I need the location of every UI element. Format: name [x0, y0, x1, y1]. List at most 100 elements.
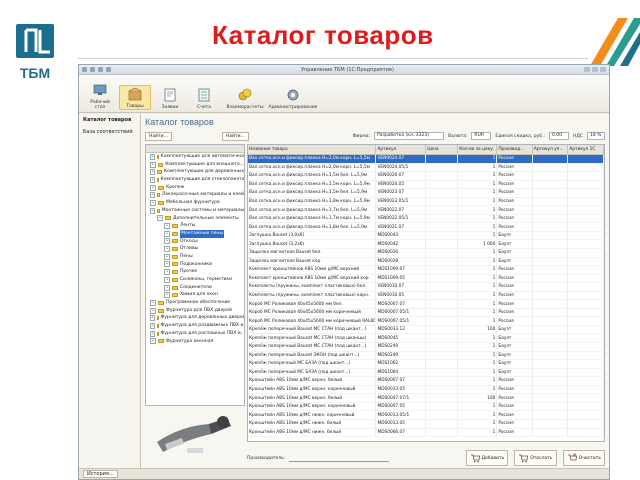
- expand-icon[interactable]: +: [150, 153, 155, 160]
- back-icon[interactable]: [90, 67, 95, 72]
- tree-item[interactable]: + Ленты: [146, 222, 244, 230]
- left-item-catalog[interactable]: Каталог товаров: [79, 114, 140, 126]
- expand-icon[interactable]: +: [164, 238, 170, 245]
- tree-item[interactable]: + Дополнительные элементы: [146, 215, 244, 223]
- column-header[interactable]: Цена: [425, 145, 459, 155]
- table-row[interactable]: Кронштейн ABS 10мм д/МС верхн. белый MDS0…: [248, 376, 604, 386]
- expand-icon[interactable]: +: [164, 292, 170, 299]
- tree-item[interactable]: + Фурнитура для ПВХ дверей: [146, 307, 244, 315]
- table-row[interactable]: Крепёж поперечный МС БАЗА (под шкант...)…: [248, 368, 604, 378]
- table-row[interactable]: Кронштейн ABS 10мм д/МС верхн. коричневы…: [248, 402, 604, 412]
- table-row[interactable]: Кронштейн ABS 10мм д/МС верхн. коричневы…: [248, 385, 604, 395]
- toolbar-button-5[interactable]: Администрирование: [269, 87, 317, 110]
- table-row[interactable]: Вал.сетка,осн.и фиксир.планка Н=1,7м кор…: [248, 214, 604, 224]
- tree-item[interactable]: + Фурнитура для раздвижных ПВХ и...: [146, 322, 244, 330]
- send-button[interactable]: Отослать: [514, 450, 557, 466]
- table-row[interactable]: Вал.сетка,осн.и фиксир.планка Н=1,5м кор…: [248, 180, 604, 190]
- tree-item[interactable]: + Комплектующие для деревянных: [146, 168, 244, 176]
- minimize-button[interactable]: [584, 67, 590, 72]
- expand-icon[interactable]: +: [150, 338, 156, 345]
- table-row[interactable]: Крепёж поперечный Bauset МС СТАН (под шк…: [248, 342, 604, 352]
- table-row[interactable]: Заглушка Bauset (3,0x6) MDS0043 1 Бауэт: [248, 231, 604, 241]
- expand-icon[interactable]: +: [150, 322, 155, 329]
- table-row[interactable]: Заглушка Bauset (3,2x6) MDS0042 1 000 Бауэт: [248, 239, 604, 249]
- tree-item[interactable]: + Отливы: [146, 245, 244, 253]
- tree-item[interactable]: + Пены: [146, 253, 244, 261]
- app-menu-icon[interactable]: [82, 67, 87, 72]
- column-header[interactable]: Производ...: [496, 145, 533, 155]
- tree-item[interactable]: + Монтажные системы и материалы: [146, 207, 244, 215]
- table-row[interactable]: Вал.сетка,осн.и фиксир.планка Н=1,5м бел…: [248, 171, 604, 181]
- table-row[interactable]: Короб МС Роликовая 40х45х5600 мм коричне…: [248, 308, 604, 318]
- grid-find-button[interactable]: Найти...: [221, 131, 249, 141]
- table-row[interactable]: Крепёж поперечный Bauset МС СТАН (под шк…: [248, 333, 604, 344]
- table-row[interactable]: Вал.сетка,осн.и фиксир.планка Н=1,7м бел…: [248, 205, 604, 215]
- tree-item[interactable]: + Химия для окон: [146, 291, 244, 299]
- table-row[interactable]: Кронштейн ABS 10мм д/МС верхн. белый MDS0…: [248, 393, 604, 403]
- toolbar-button-1[interactable]: Товары: [119, 85, 151, 110]
- tree-item[interactable]: + Фурнитура для деревянных дверей: [146, 314, 244, 322]
- table-row[interactable]: Короб МС Роликовая 40х45х5600 мм бел. MDS…: [248, 299, 604, 309]
- toolbar-button-0[interactable]: Рабочий стол: [85, 82, 115, 110]
- expand-icon[interactable]: +: [150, 169, 155, 176]
- expand-icon[interactable]: +: [150, 199, 156, 206]
- tree-item[interactable]: + Подоконники: [146, 261, 244, 269]
- expand-icon[interactable]: +: [164, 230, 170, 237]
- tree-item[interactable]: + Программное обеспечение: [146, 299, 244, 307]
- table-row[interactable]: Защелка магнитная Bauset бел. MDS0026 1 Бау…: [248, 248, 604, 258]
- tree-item[interactable]: + Силиконы, герметики: [146, 276, 244, 284]
- tree-item[interactable]: + Фурнитура оконная: [146, 338, 244, 346]
- tree-item[interactable]: + Соединители: [146, 284, 244, 292]
- table-row[interactable]: Кронштейн ABS 10мм д/МС нижн. белый MDS00…: [248, 419, 604, 429]
- expand-icon[interactable]: +: [150, 315, 155, 322]
- table-row[interactable]: Вал.сетка,осн.и фиксир.планка Н=1,5м бел…: [248, 188, 604, 198]
- tree-find-button[interactable]: Найти...: [145, 131, 172, 141]
- expand-icon[interactable]: +: [164, 223, 170, 230]
- expand-icon[interactable]: +: [150, 176, 155, 183]
- manufacturer-field[interactable]: [289, 455, 390, 462]
- table-row[interactable]: Крепёж поперечный Bauset МС СТАН (под шк…: [248, 325, 604, 335]
- column-header[interactable]: Артикул уп...: [532, 145, 569, 155]
- table-row[interactable]: Защелка магнитная Bauset кор. MDS0028 1 Бау…: [248, 257, 604, 267]
- close-button[interactable]: [600, 67, 606, 72]
- table-row[interactable]: Комплекты (пружины, комплект пластиковых…: [248, 291, 604, 301]
- left-item-mapping[interactable]: База соответствий: [79, 126, 140, 138]
- tree-item[interactable]: + Комплектующие для стеклопакетов: [146, 176, 244, 184]
- expand-icon[interactable]: +: [150, 307, 156, 314]
- table-row[interactable]: Кронштейн ABS 10мм д/МС нижн. коричневый…: [248, 410, 604, 420]
- expand-icon[interactable]: +: [164, 261, 170, 268]
- table-row[interactable]: Вал.сетка,осн.и фиксир.планка Н=2,0м кор…: [248, 163, 604, 173]
- tree-item[interactable]: + Комплектующие для внешнего...: [146, 161, 244, 169]
- expand-icon[interactable]: +: [150, 161, 156, 168]
- toolbar-button-4[interactable]: Взаиморасчеты: [223, 87, 267, 110]
- expand-icon[interactable]: +: [164, 253, 170, 260]
- maximize-button[interactable]: [592, 67, 598, 72]
- discount-field[interactable]: 0.00: [548, 132, 569, 140]
- table-row[interactable]: Комплект кронштейнов ABS 10мм д/МС верхн…: [248, 274, 604, 284]
- currency-field[interactable]: RUR: [471, 132, 492, 140]
- tree-item[interactable]: + Прочее: [146, 268, 244, 276]
- table-row[interactable]: Вал.сетка,осн.и фиксир.планка Н=1,8м кор…: [248, 197, 604, 207]
- tree-item[interactable]: + Мебельная фурнитура: [146, 199, 244, 207]
- expand-icon[interactable]: +: [150, 299, 156, 306]
- tree-item[interactable]: + Крепеж: [146, 184, 244, 192]
- expand-icon[interactable]: +: [150, 184, 156, 191]
- tree-item[interactable]: + Комплектующие для автоматических: [146, 153, 244, 161]
- tree-item[interactable]: + Лакокрасочные материалы и клей: [146, 191, 244, 199]
- tree-item[interactable]: + Фурнитура для распашных ПВХ и...: [146, 330, 244, 338]
- table-row[interactable]: Крепёж поперечный МС БАЗА (под шкант...)…: [248, 359, 604, 369]
- expand-icon[interactable]: +: [150, 330, 155, 337]
- history-button[interactable]: История...: [83, 470, 118, 478]
- toolbar-button-3[interactable]: Счета: [189, 87, 219, 110]
- column-header[interactable]: Название товара: [248, 145, 377, 155]
- expand-icon[interactable]: +: [164, 284, 170, 291]
- expand-icon[interactable]: +: [164, 269, 170, 276]
- table-row[interactable]: Комплекты (пружины, комплект пластиковых…: [248, 282, 604, 292]
- table-row[interactable]: Вал.сетка,осн.и фиксир.планка Н=2,0м кор…: [248, 154, 604, 164]
- expand-icon[interactable]: +: [150, 207, 155, 214]
- expand-icon[interactable]: +: [150, 192, 155, 199]
- column-header[interactable]: Кол-во за цену: [457, 145, 498, 155]
- clear-button[interactable]: Очистить: [562, 450, 605, 466]
- column-header[interactable]: Артикул: [375, 145, 427, 155]
- vat-field[interactable]: 18 %: [587, 132, 605, 140]
